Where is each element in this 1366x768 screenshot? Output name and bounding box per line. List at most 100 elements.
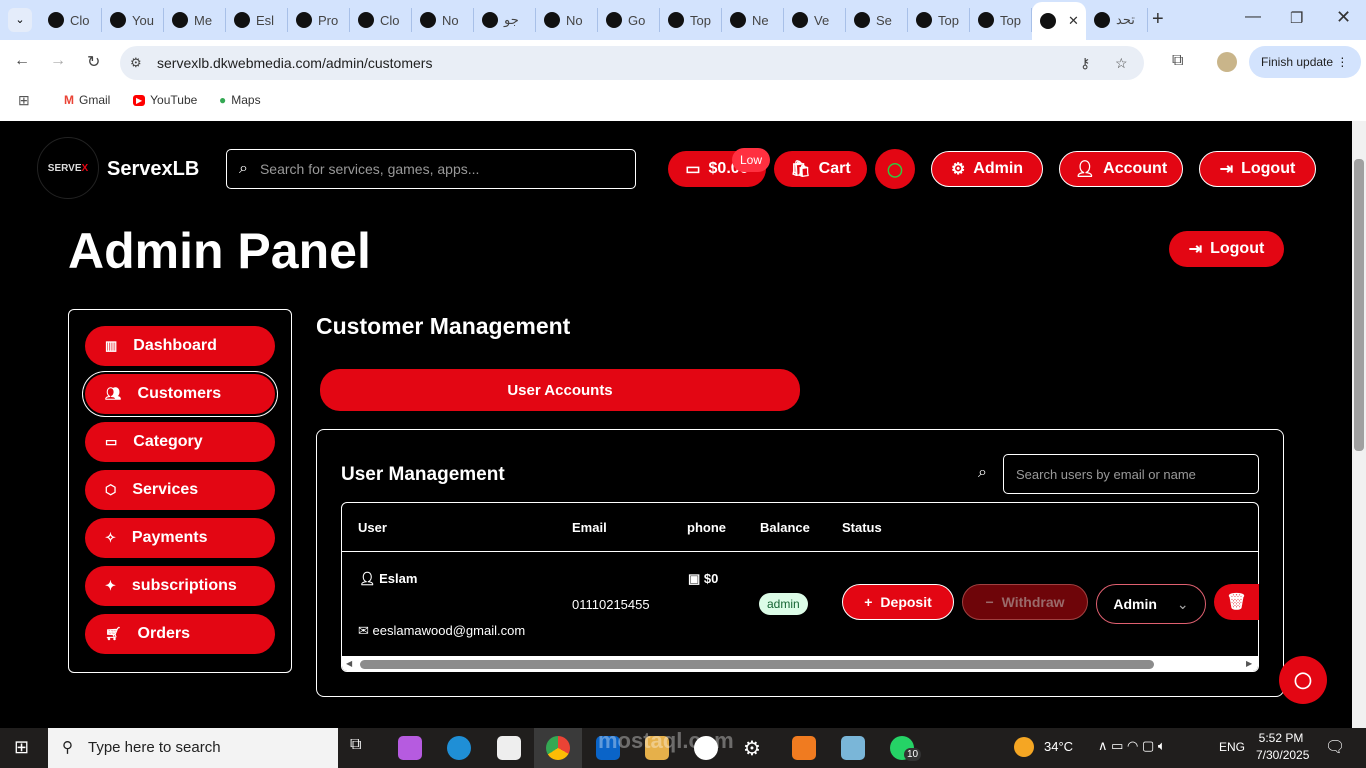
brand-name[interactable]: ServexLB <box>107 158 199 181</box>
role-select[interactable]: Admin ⌄ <box>1096 584 1206 624</box>
extensions-icon[interactable]: ⧉ <box>1172 52 1183 70</box>
store-icon[interactable] <box>497 736 521 760</box>
chat-button[interactable]: ◯ <box>875 149 915 189</box>
finish-update-button[interactable]: Finish update ⋮ <box>1249 46 1361 78</box>
restore-button[interactable]: ❐ <box>1290 9 1303 27</box>
close-window-button[interactable]: ✕ <box>1336 7 1351 28</box>
browser-tab[interactable]: Go <box>598 8 660 32</box>
browser-tab[interactable]: Esl <box>226 8 288 32</box>
system-tray-icons[interactable]: ∧ ▭ ◠ ▢ 🔈︎ <box>1098 738 1166 754</box>
plus-icon: + <box>864 594 873 610</box>
notifications-icon[interactable]: 🗨︎ <box>1325 737 1345 757</box>
user-search-input[interactable]: Search users by email or name <box>1003 454 1259 494</box>
sidebar-item-services[interactable]: ⬡ Services <box>85 470 275 510</box>
header-divider <box>342 551 1258 552</box>
scroll-left-arrow[interactable]: ◀ <box>346 659 352 668</box>
panel-logout-button[interactable]: ⇥ Logout <box>1169 231 1284 267</box>
tab-user-accounts[interactable]: User Accounts <box>320 369 800 411</box>
site-logo[interactable]: SERVE X <box>37 137 99 199</box>
tab-search-button[interactable]: ⌄ <box>8 8 32 32</box>
withdraw-button[interactable]: − Withdraw <box>962 584 1088 620</box>
admin-button[interactable]: ⚙ Admin <box>931 151 1043 187</box>
taskbar-search[interactable]: ⚲ Type here to search <box>48 728 338 768</box>
scroll-right-arrow[interactable]: ▶ <box>1246 659 1252 668</box>
copilot-icon[interactable] <box>398 736 422 760</box>
browser-tab[interactable]: Ve <box>784 8 846 32</box>
tab-active[interactable]: ✕ <box>1032 2 1086 40</box>
tab-title: جو <box>504 12 519 27</box>
browser-tab[interactable]: Pro <box>288 8 350 32</box>
sidebar-item-label: Payments <box>131 529 208 546</box>
sidebar-item-orders[interactable]: 🛒︎ Orders <box>85 614 275 654</box>
reload-button[interactable]: ↻ <box>87 52 100 72</box>
weather-icon[interactable] <box>1014 737 1034 757</box>
site-search-input[interactable]: ⌕ Search for services, games, apps... <box>226 149 636 189</box>
password-key-icon[interactable]: ⚷ <box>1080 46 1090 80</box>
sidebar-item-payments[interactable]: ✧ Payments <box>85 518 275 558</box>
divider <box>0 113 1366 121</box>
deposit-button[interactable]: + Deposit <box>842 584 954 620</box>
settings-icon[interactable]: ⚙ <box>743 736 767 760</box>
wallet-icon: ▣ <box>688 571 704 586</box>
bookmark-youtube[interactable]: ▶ YouTube <box>133 93 197 107</box>
browser-tab[interactable]: Top <box>660 8 722 32</box>
tab-favicon-icon <box>792 12 808 28</box>
browser-tab[interactable]: Top <box>970 8 1032 32</box>
browser-tab[interactable]: No <box>412 8 474 32</box>
logout-label: Logout <box>1241 160 1296 177</box>
floating-chat-button[interactable]: ◯ <box>1279 656 1327 704</box>
browser-tab[interactable]: Top <box>908 8 970 32</box>
tab-title: Top <box>938 12 959 28</box>
edge-icon[interactable] <box>447 736 471 760</box>
tab-title: No <box>566 12 583 28</box>
forward-button[interactable]: → <box>50 52 66 70</box>
bookmark-gmail[interactable]: M Gmail <box>64 93 110 107</box>
bookmark-maps[interactable]: ● Maps <box>219 93 261 107</box>
page-scrollbar[interactable] <box>1352 121 1366 728</box>
clock-time: 5:52 PM <box>1258 731 1304 745</box>
minimize-button[interactable]: — <box>1245 8 1261 26</box>
sidebar-item-category[interactable]: ▭ Category <box>85 422 275 462</box>
table-scrollbar[interactable]: ◀ ▶ <box>342 656 1258 671</box>
browser-tab[interactable]: Ne <box>722 8 784 32</box>
browser-tab[interactable]: Clo <box>40 8 102 32</box>
account-button[interactable]: 👤︎ Account <box>1059 151 1183 187</box>
cart-label: Cart <box>818 160 851 177</box>
sidebar-item-customers[interactable]: 👥︎ Customers <box>85 374 275 414</box>
xampp-icon[interactable] <box>792 736 816 760</box>
browser-tab[interactable]: You <box>102 8 164 32</box>
scroll-thumb[interactable] <box>360 660 1154 669</box>
tab-favicon-icon <box>916 12 932 28</box>
sidebar-item-subscriptions[interactable]: ✦ subscriptions <box>85 566 275 606</box>
browser-tab[interactable]: جو <box>474 8 536 32</box>
url-bar[interactable]: ⚙ servexlb.dkwebmedia.com/admin/customer… <box>120 46 1144 80</box>
clock[interactable]: 5:52 PM 7/30/2025 <box>1256 731 1309 762</box>
profile-avatar[interactable] <box>1217 52 1237 72</box>
browser-tab[interactable]: No <box>536 8 598 32</box>
browser-tab[interactable]: Me <box>164 8 226 32</box>
gmail-icon: M <box>64 93 74 107</box>
bookmark-star-icon[interactable]: ☆ <box>1115 46 1128 80</box>
column-header-balance: Balance <box>760 520 810 535</box>
apps-grid-icon[interactable]: ⊞ <box>18 92 30 109</box>
header-logout-button[interactable]: ⇥ Logout <box>1199 151 1316 187</box>
new-tab-button[interactable]: + <box>1152 8 1164 31</box>
site-info-icon[interactable]: ⚙ <box>130 46 142 80</box>
task-view-icon[interactable]: ⧉ <box>350 736 374 760</box>
language-indicator[interactable]: ENG <box>1219 740 1245 754</box>
cart-icon: 🛒︎ <box>105 626 122 641</box>
delete-user-button[interactable]: 🗑︎ <box>1214 584 1259 620</box>
close-tab-icon[interactable]: ✕ <box>1068 13 1079 29</box>
chrome-taskbar-button[interactable] <box>534 728 582 768</box>
back-button[interactable]: ← <box>14 52 30 70</box>
browser-tab[interactable]: تحد <box>1086 8 1148 32</box>
sidebar-item-dashboard[interactable]: ▥ Dashboard <box>85 326 275 366</box>
browser-tab[interactable]: Clo <box>350 8 412 32</box>
browser-tab[interactable]: Se <box>846 8 908 32</box>
app-icon[interactable] <box>841 736 865 760</box>
weather-temp[interactable]: 34°C <box>1044 739 1073 754</box>
trash-icon: 🗑︎ <box>1226 594 1247 611</box>
column-header-status: Status <box>842 520 882 535</box>
windows-start-icon[interactable]: ⊞ <box>14 737 29 758</box>
cart-button[interactable]: 🛍 Cart <box>774 151 867 187</box>
